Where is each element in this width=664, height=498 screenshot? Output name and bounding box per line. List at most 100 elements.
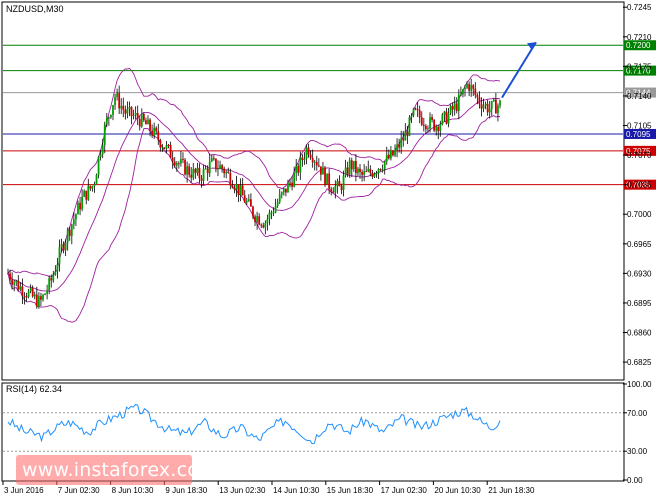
candle-body	[252, 206, 254, 217]
candle-body	[142, 113, 145, 121]
candle-body	[324, 167, 326, 185]
candle-body	[313, 161, 316, 163]
candle-body	[330, 188, 333, 192]
candle-body	[93, 184, 96, 187]
time-tick-label: 17 Jun 02:30	[381, 486, 428, 495]
candle-body	[239, 185, 242, 195]
price-tick-label: 0.7210	[627, 33, 652, 42]
candle-body	[37, 296, 40, 307]
candle-body	[169, 144, 172, 158]
candle-body	[128, 106, 131, 110]
candle-body	[459, 94, 462, 96]
candle-body	[474, 88, 477, 95]
candle-body	[116, 93, 119, 98]
candle-body	[175, 163, 178, 166]
candle-body	[387, 154, 390, 159]
candle-body	[287, 182, 289, 193]
candle-body	[258, 216, 261, 225]
rsi-tick-label: 30.00	[627, 447, 648, 456]
candle-body	[412, 108, 415, 116]
price-axis: 0.7245 0.7210 0.7175 0.7140 0.7105 0.7070 0.70…	[623, 3, 652, 367]
candle-body	[336, 181, 339, 187]
candle-body	[424, 125, 427, 130]
candle-body	[365, 171, 368, 173]
candle-body	[64, 242, 67, 251]
rsi-title: RSI(14) 62.34	[6, 384, 62, 394]
candle-body	[17, 280, 20, 290]
price-tick-label: 0.7140	[627, 92, 652, 101]
candle-body	[464, 87, 466, 90]
candle-body	[478, 97, 481, 104]
candle-body	[482, 105, 485, 109]
candle-body	[130, 106, 133, 117]
candle-body	[266, 219, 269, 224]
candle-body	[56, 264, 59, 272]
candle-body	[414, 108, 417, 110]
candle-body	[157, 131, 160, 141]
candle-body	[462, 89, 464, 95]
candle-body	[210, 158, 213, 162]
candle-body	[350, 160, 353, 170]
candle-body	[243, 195, 246, 203]
candle-body	[229, 172, 232, 186]
candle-body	[180, 159, 182, 164]
candle-body	[27, 291, 30, 297]
level-label: 0.7095	[626, 130, 651, 139]
candle-body	[352, 160, 355, 170]
candle-body	[445, 111, 448, 124]
level-label: 0.7200	[626, 41, 651, 50]
candle-body	[75, 214, 77, 220]
candle-body	[408, 117, 411, 136]
candle-body	[159, 140, 162, 148]
time-tick-label: 8 Jun 10:30	[112, 486, 154, 495]
candle-body	[429, 117, 431, 129]
candle-body	[70, 224, 73, 236]
candle-body	[202, 168, 205, 181]
candle-body	[19, 286, 22, 290]
candle-body	[328, 173, 331, 189]
candle-body	[60, 244, 63, 248]
price-tick-label: 0.7000	[627, 210, 652, 219]
candle-body	[208, 161, 211, 174]
candle-body	[453, 103, 456, 110]
candle-body	[285, 188, 287, 193]
time-tick-label: 15 Jun 18:30	[327, 486, 374, 495]
candle-body	[270, 212, 273, 214]
candle-body	[427, 128, 429, 130]
candle-body	[377, 168, 380, 174]
candle-body	[468, 83, 471, 91]
candle-body	[291, 182, 293, 187]
candle-body	[305, 147, 308, 159]
candle-body	[182, 159, 184, 161]
candle-body	[215, 158, 217, 170]
candle-body	[13, 282, 16, 285]
candle-body	[50, 278, 53, 281]
candle-body	[455, 103, 458, 112]
candle-body	[217, 168, 219, 170]
candle-body	[132, 115, 135, 117]
level-lines: 0.72000.71700.71440.70950.70750.7035	[3, 40, 656, 190]
candle-body	[338, 181, 341, 187]
candle-body	[58, 247, 61, 265]
rsi-line	[7, 403, 501, 445]
candle-body	[46, 290, 49, 294]
candle-body	[375, 173, 378, 175]
candle-body	[68, 229, 71, 236]
price-tick-label: 0.7035	[627, 181, 652, 190]
candle-body	[488, 108, 491, 113]
candle-body	[307, 147, 310, 155]
candle-body	[101, 145, 104, 155]
candle-body	[297, 165, 300, 173]
rsi-tick-label: 100.00	[627, 380, 652, 389]
candle-body	[311, 157, 314, 163]
candle-body	[72, 219, 75, 225]
candle-body	[29, 288, 32, 292]
candle-body	[348, 160, 351, 175]
candle-body	[40, 296, 42, 300]
candle-body	[9, 273, 11, 280]
candle-body	[346, 167, 349, 175]
candle-body	[250, 199, 252, 207]
candle-body	[431, 117, 433, 121]
candle-body	[149, 119, 151, 131]
candle-body	[114, 97, 116, 106]
